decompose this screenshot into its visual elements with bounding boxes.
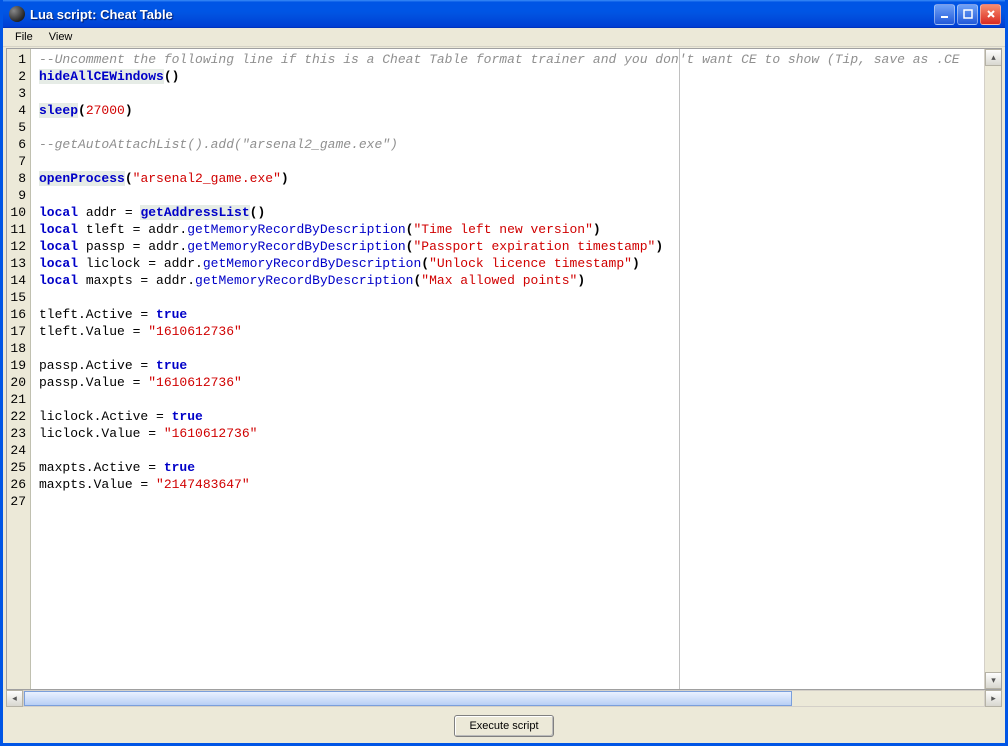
line-number: 20 [9, 374, 26, 391]
code-line[interactable] [39, 187, 984, 204]
minimize-button[interactable] [934, 4, 955, 25]
code-line[interactable]: --Uncomment the following line if this i… [39, 51, 984, 68]
line-number: 7 [9, 153, 26, 170]
window-frame: Lua script: Cheat Table File View 123456… [0, 0, 1008, 746]
line-number: 11 [9, 221, 26, 238]
line-number: 23 [9, 425, 26, 442]
line-number: 9 [9, 187, 26, 204]
code-line[interactable]: maxpts.Value = "2147483647" [39, 476, 984, 493]
code-line[interactable] [39, 85, 984, 102]
horizontal-scrollbar[interactable]: ◂ ▸ [6, 690, 1002, 707]
menu-file[interactable]: File [7, 29, 41, 45]
code-area[interactable]: --Uncomment the following line if this i… [31, 49, 984, 512]
code-line[interactable]: local passp = addr.getMemoryRecordByDesc… [39, 238, 984, 255]
code-line[interactable] [39, 391, 984, 408]
margin-guide [679, 49, 680, 689]
code-line[interactable]: openProcess("arsenal2_game.exe") [39, 170, 984, 187]
hscroll-thumb[interactable] [24, 691, 792, 706]
line-number: 5 [9, 119, 26, 136]
scroll-left-arrow-icon[interactable]: ◂ [6, 690, 23, 707]
line-number: 12 [9, 238, 26, 255]
code-line[interactable]: tleft.Active = true [39, 306, 984, 323]
line-number: 21 [9, 391, 26, 408]
line-number: 1 [9, 51, 26, 68]
button-row: Execute script [3, 709, 1005, 743]
titlebar[interactable]: Lua script: Cheat Table [3, 0, 1005, 28]
maximize-button[interactable] [957, 4, 978, 25]
scroll-up-arrow-icon[interactable]: ▴ [985, 49, 1001, 66]
line-number-gutter: 1234567891011121314151617181920212223242… [7, 49, 31, 689]
code-line[interactable]: local maxpts = addr.getMemoryRecordByDes… [39, 272, 984, 289]
code-line[interactable]: hideAllCEWindows() [39, 68, 984, 85]
line-number: 16 [9, 306, 26, 323]
app-icon [9, 6, 25, 22]
line-number: 15 [9, 289, 26, 306]
line-number: 27 [9, 493, 26, 510]
code-line[interactable]: maxpts.Active = true [39, 459, 984, 476]
code-line[interactable] [39, 119, 984, 136]
window-title: Lua script: Cheat Table [30, 7, 934, 22]
code-line[interactable]: sleep(27000) [39, 102, 984, 119]
hscroll-track[interactable] [23, 690, 985, 707]
line-number: 17 [9, 323, 26, 340]
execute-script-button[interactable]: Execute script [454, 715, 553, 737]
line-number: 22 [9, 408, 26, 425]
minimize-icon [940, 9, 950, 19]
line-number: 25 [9, 459, 26, 476]
menu-view[interactable]: View [41, 29, 81, 45]
line-number: 18 [9, 340, 26, 357]
vertical-scrollbar[interactable]: ▴ ▾ [984, 49, 1001, 689]
code-line[interactable] [39, 289, 984, 306]
code-line[interactable]: local liclock = addr.getMemoryRecordByDe… [39, 255, 984, 272]
code-line[interactable] [39, 340, 984, 357]
menubar: File View [3, 28, 1005, 47]
code-line[interactable] [39, 493, 984, 510]
line-number: 13 [9, 255, 26, 272]
line-number: 6 [9, 136, 26, 153]
code-line[interactable]: tleft.Value = "1610612736" [39, 323, 984, 340]
window-controls [934, 4, 1001, 25]
line-number: 3 [9, 85, 26, 102]
code-column: --Uncomment the following line if this i… [31, 49, 984, 689]
code-line[interactable] [39, 153, 984, 170]
line-number: 19 [9, 357, 26, 374]
line-number: 24 [9, 442, 26, 459]
line-number: 2 [9, 68, 26, 85]
close-button[interactable] [980, 4, 1001, 25]
code-line[interactable]: passp.Value = "1610612736" [39, 374, 984, 391]
code-line[interactable]: passp.Active = true [39, 357, 984, 374]
code-line[interactable]: --getAutoAttachList().add("arsenal2_game… [39, 136, 984, 153]
editor-body: 1234567891011121314151617181920212223242… [7, 49, 1001, 689]
line-number: 26 [9, 476, 26, 493]
close-icon [986, 9, 996, 19]
code-line[interactable] [39, 442, 984, 459]
line-number: 4 [9, 102, 26, 119]
line-number: 8 [9, 170, 26, 187]
scroll-right-arrow-icon[interactable]: ▸ [985, 690, 1002, 707]
vscroll-track[interactable] [985, 66, 1001, 672]
editor: 1234567891011121314151617181920212223242… [6, 48, 1002, 690]
maximize-icon [963, 9, 973, 19]
code-line[interactable]: local tleft = addr.getMemoryRecordByDesc… [39, 221, 984, 238]
code-line[interactable]: liclock.Value = "1610612736" [39, 425, 984, 442]
line-number: 14 [9, 272, 26, 289]
line-number: 10 [9, 204, 26, 221]
code-line[interactable]: local addr = getAddressList() [39, 204, 984, 221]
code-line[interactable]: liclock.Active = true [39, 408, 984, 425]
scroll-down-arrow-icon[interactable]: ▾ [985, 672, 1001, 689]
